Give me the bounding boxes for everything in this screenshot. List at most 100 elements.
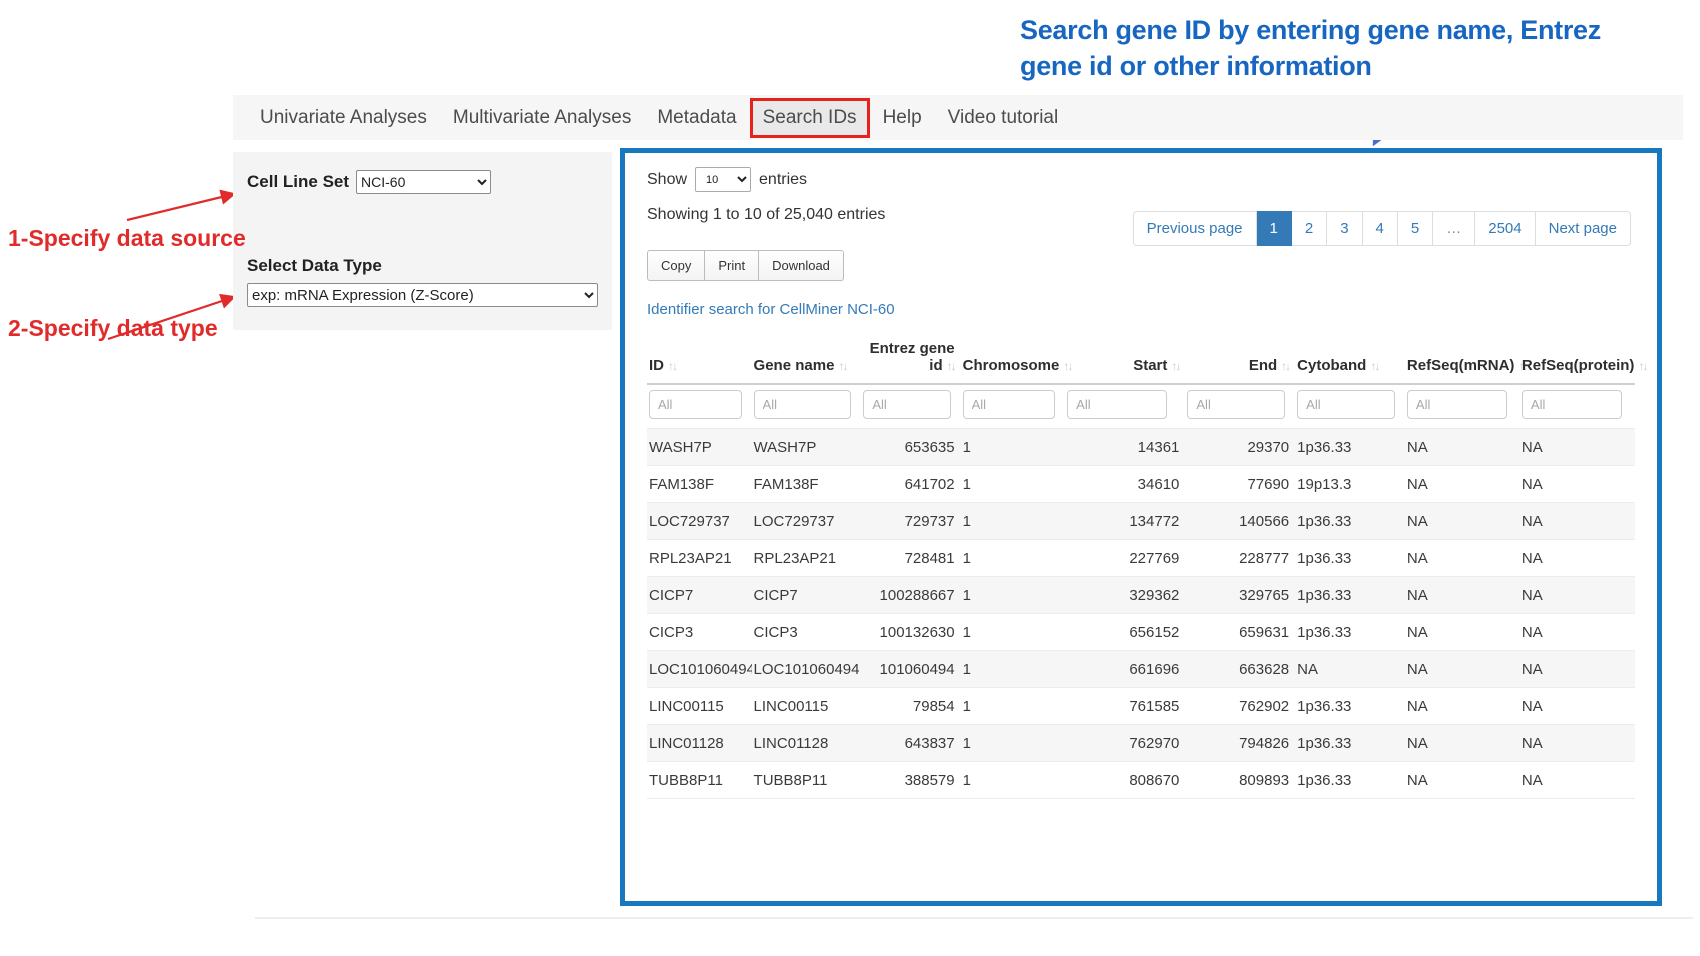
- page-size-select[interactable]: 10: [695, 167, 751, 192]
- nav-tab-multivariate-analyses[interactable]: Multivariate Analyses: [440, 99, 644, 137]
- cell-entrez-gene-id: 729737: [861, 503, 960, 540]
- filter-cell-end: [1185, 384, 1295, 429]
- column-header-refseq-protein[interactable]: RefSeq(protein)↑↓: [1520, 335, 1635, 384]
- cell-start: 762970: [1065, 725, 1185, 762]
- cell-gene-name: LOC729737: [752, 503, 862, 540]
- cell-gene-name: FAM138F: [752, 466, 862, 503]
- filter-cell-refseq-mrna: [1405, 384, 1520, 429]
- identifier-search-link[interactable]: Identifier search for CellMiner NCI-60: [647, 301, 895, 318]
- nav-tab-video-tutorial[interactable]: Video tutorial: [935, 99, 1072, 137]
- print-button[interactable]: Print: [705, 250, 759, 281]
- cell-refseq-mrna: NA: [1405, 651, 1520, 688]
- cell-refseq-mrna: NA: [1405, 725, 1520, 762]
- column-header-cytoband[interactable]: Cytoband↑↓: [1295, 335, 1405, 384]
- pagination-page-1[interactable]: 1: [1257, 211, 1292, 246]
- cell-line-set-select[interactable]: NCI-60: [356, 170, 491, 194]
- column-header-entrez-gene-id[interactable]: Entrez gene id↑↓: [861, 335, 960, 384]
- cell-start: 134772: [1065, 503, 1185, 540]
- nav-tab-help[interactable]: Help: [870, 99, 935, 137]
- filter-row: [647, 384, 1635, 429]
- column-header-chromosome[interactable]: Chromosome↑↓: [961, 335, 1066, 384]
- cell-start: 761585: [1065, 688, 1185, 725]
- cell-cytoband: 1p36.33: [1295, 688, 1405, 725]
- cell-id: LINC00115: [647, 688, 752, 725]
- table-row: TUBB8P11TUBB8P1138857918086708098931p36.…: [647, 762, 1635, 799]
- column-label: Cytoband: [1297, 357, 1366, 374]
- filter-input-refseq-protein[interactable]: [1522, 390, 1622, 419]
- pagination-page-4[interactable]: 4: [1363, 211, 1398, 246]
- nav-tab-metadata[interactable]: Metadata: [644, 99, 749, 137]
- pagination-prev[interactable]: Previous page: [1133, 211, 1257, 246]
- filter-input-gene-name[interactable]: [754, 390, 852, 419]
- cell-cytoband: 1p36.33: [1295, 503, 1405, 540]
- column-header-end[interactable]: End↑↓: [1185, 335, 1295, 384]
- cell-refseq-protein: NA: [1520, 651, 1635, 688]
- filter-input-start[interactable]: [1067, 390, 1167, 419]
- pagination-page-5[interactable]: 5: [1398, 211, 1433, 246]
- cell-end: 794826: [1185, 725, 1295, 762]
- column-header-gene-name[interactable]: Gene name↑↓: [752, 335, 862, 384]
- cell-refseq-mrna: NA: [1405, 503, 1520, 540]
- cell-start: 34610: [1065, 466, 1185, 503]
- cell-id: CICP3: [647, 614, 752, 651]
- copy-button[interactable]: Copy: [647, 250, 705, 281]
- column-header-id[interactable]: ID↑↓: [647, 335, 752, 384]
- column-label: ID: [649, 357, 664, 374]
- cell-chromosome: 1: [961, 466, 1066, 503]
- sort-icon: ↑↓: [1063, 359, 1071, 373]
- cell-gene-name: LINC01128: [752, 725, 862, 762]
- nav-tab-search-ids[interactable]: Search IDs: [750, 98, 870, 138]
- download-button[interactable]: Download: [759, 250, 844, 281]
- filter-input-entrez-gene-id[interactable]: [863, 390, 951, 419]
- search-hint-note: Search gene ID by entering gene name, En…: [1020, 12, 1620, 84]
- cell-end: 809893: [1185, 762, 1295, 799]
- cell-id: CICP7: [647, 577, 752, 614]
- column-label: Gene name: [754, 357, 835, 374]
- cell-refseq-protein: NA: [1520, 725, 1635, 762]
- cell-entrez-gene-id: 641702: [861, 466, 960, 503]
- sort-icon: ↑↓: [838, 359, 846, 373]
- column-label: Start: [1133, 357, 1167, 374]
- cell-id: TUBB8P11: [647, 762, 752, 799]
- search-hint-line2: gene id or other information: [1020, 48, 1620, 84]
- cell-end: 329765: [1185, 577, 1295, 614]
- filter-input-cytoband[interactable]: [1297, 390, 1395, 419]
- cell-refseq-protein: NA: [1520, 688, 1635, 725]
- filter-input-refseq-mrna[interactable]: [1407, 390, 1507, 419]
- data-type-select[interactable]: exp: mRNA Expression (Z-Score): [247, 283, 598, 307]
- cell-gene-name: RPL23AP21: [752, 540, 862, 577]
- nav-tab-univariate-analyses[interactable]: Univariate Analyses: [247, 99, 440, 137]
- column-header-refseq-mrna[interactable]: RefSeq(mRNA)↑↓: [1405, 335, 1520, 384]
- column-label: Entrez gene id: [870, 340, 955, 374]
- cell-refseq-protein: NA: [1520, 614, 1635, 651]
- cell-start: 661696: [1065, 651, 1185, 688]
- pagination-page-3[interactable]: 3: [1327, 211, 1362, 246]
- cell-cytoband: 19p13.3: [1295, 466, 1405, 503]
- cell-entrez-gene-id: 653635: [861, 429, 960, 466]
- filter-input-id[interactable]: [649, 390, 742, 419]
- step1-note: 1-Specify data source: [8, 225, 246, 252]
- cell-gene-name: TUBB8P11: [752, 762, 862, 799]
- cell-chromosome: 1: [961, 429, 1066, 466]
- sort-icon: ↑↓: [1638, 359, 1646, 373]
- column-header-start[interactable]: Start ↑↓: [1065, 335, 1185, 384]
- cell-refseq-mrna: NA: [1405, 614, 1520, 651]
- cell-entrez-gene-id: 728481: [861, 540, 960, 577]
- filter-input-end[interactable]: [1187, 390, 1285, 419]
- pagination-page-2[interactable]: 2: [1292, 211, 1327, 246]
- cell-refseq-protein: NA: [1520, 503, 1635, 540]
- column-label: RefSeq(protein): [1522, 357, 1635, 374]
- pagination-page-2504[interactable]: 2504: [1475, 211, 1535, 246]
- table-head: ID↑↓Gene name↑↓Entrez gene id↑↓Chromosom…: [647, 335, 1635, 429]
- filter-cell-entrez-gene-id: [861, 384, 960, 429]
- cell-chromosome: 1: [961, 688, 1066, 725]
- pagination-next[interactable]: Next page: [1536, 211, 1631, 246]
- sort-icon: ↑↓: [1281, 359, 1289, 373]
- cell-chromosome: 1: [961, 614, 1066, 651]
- filter-input-chromosome[interactable]: [963, 390, 1056, 419]
- table-row: LOC729737LOC72973772973711347721405661p3…: [647, 503, 1635, 540]
- cell-start: 329362: [1065, 577, 1185, 614]
- cell-end: 762902: [1185, 688, 1295, 725]
- table-row: CICP3CICP310013263016561526596311p36.33N…: [647, 614, 1635, 651]
- arrow-to-cell-line-set: [127, 194, 234, 220]
